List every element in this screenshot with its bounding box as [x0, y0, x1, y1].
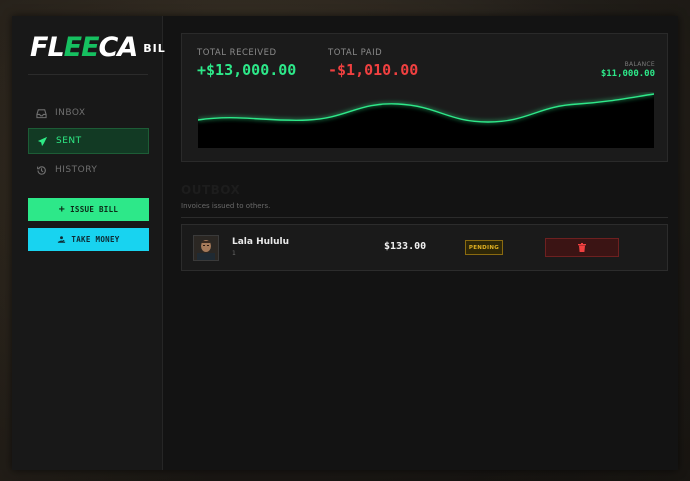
invoice-amount: $133.00: [384, 241, 427, 252]
paper-plane-icon: [37, 136, 48, 146]
inbox-icon: [36, 108, 47, 118]
trash-icon: [578, 243, 586, 252]
outbox-subtitle: Invoices issued to others.: [181, 202, 271, 210]
total-paid-value: -$1,010.00: [328, 61, 419, 79]
balance-value: $11,000.00: [600, 69, 655, 79]
sidebar: FLEECA BIL INBOX SENT HISTORY + ISSUE BIL…: [12, 16, 165, 470]
total-paid-label: TOTAL PAID: [328, 48, 383, 58]
status-badge: PENDING: [465, 240, 503, 255]
sidebar-item-sent[interactable]: SENT: [28, 128, 149, 154]
outbox-divider: [181, 217, 668, 218]
avatar: [193, 235, 219, 261]
plus-icon: +: [58, 204, 66, 215]
sidebar-divider: [28, 74, 148, 75]
total-received-value: +$13,000.00: [197, 61, 297, 79]
table-row: Lala Hululu 1 $133.00 PENDING: [181, 224, 668, 271]
outbox-title: OUTBOX: [181, 183, 241, 197]
hand-money-icon: [58, 236, 66, 243]
balance-label: BALANCE: [624, 61, 655, 68]
sidebar-item-label: SENT: [56, 136, 82, 146]
issue-bill-button[interactable]: + ISSUE BILL: [28, 198, 149, 221]
billing-app-window: FLEECA BIL INBOX SENT HISTORY + ISSUE BIL…: [12, 16, 678, 470]
main-content: TOTAL RECEIVED +$13,000.00 TOTAL PAID -$…: [163, 16, 678, 470]
recipient-id: 1: [232, 250, 236, 257]
stats-panel: TOTAL RECEIVED +$13,000.00 TOTAL PAID -$…: [181, 33, 668, 162]
delete-invoice-button[interactable]: [545, 238, 619, 257]
take-money-button[interactable]: TAKE MONEY: [28, 228, 149, 251]
sidebar-item-label: HISTORY: [55, 165, 98, 175]
total-received-label: TOTAL RECEIVED: [197, 48, 277, 58]
history-icon: [37, 165, 46, 175]
sidebar-item-history[interactable]: HISTORY: [28, 158, 149, 182]
recipient-name: Lala Hululu: [232, 237, 290, 247]
sidebar-item-label: INBOX: [55, 108, 86, 118]
balance-trend-chart: [198, 93, 654, 148]
sidebar-item-inbox[interactable]: INBOX: [28, 101, 149, 125]
fleeca-logo: FLEECA BIL: [30, 32, 166, 63]
